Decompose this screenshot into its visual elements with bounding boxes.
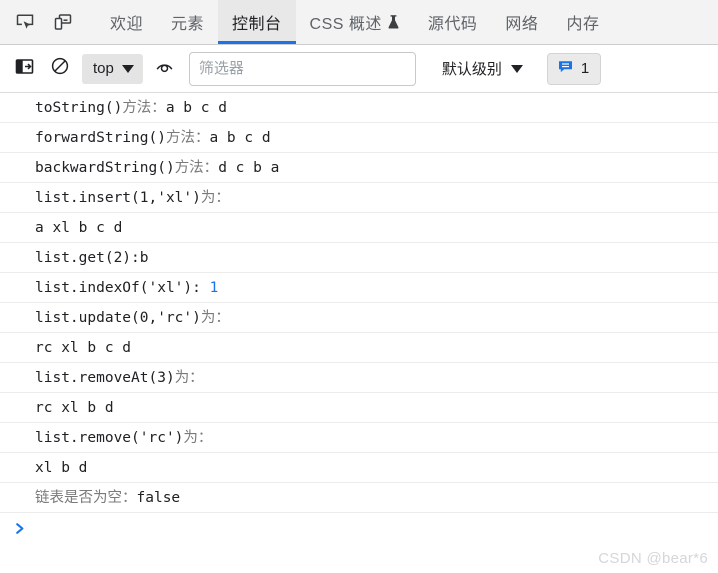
tab-welcome[interactable]: 欢迎 — [96, 0, 157, 44]
device-toolbar-icon-button[interactable] — [44, 0, 82, 44]
inspect-cursor-icon — [15, 12, 35, 32]
tab-network[interactable]: 网络 — [491, 0, 552, 44]
console-log-text: toString() — [35, 99, 123, 116]
console-output-area[interactable]: toString() 方法： a b c d forwardString() 方法： a … — [0, 93, 718, 573]
console-log-text: rc xl b d — [35, 399, 114, 416]
console-log-text: a b c d — [165, 99, 227, 116]
console-log-row: list.update(0,'rc') 为： — [0, 303, 718, 333]
console-log-text: backwardString() — [35, 159, 175, 176]
console-log-row: xl b d — [0, 453, 718, 483]
console-log-list: toString() 方法： a b c d forwardString() 方法： a … — [0, 93, 718, 513]
tab-css-overview[interactable]: CSS 概述 — [296, 0, 414, 44]
console-log-text: 为： — [200, 189, 230, 206]
console-log-row: toString() 方法： a b c d — [0, 93, 718, 123]
console-log-text: 方法： — [165, 129, 210, 146]
execution-context-selector[interactable]: top — [82, 53, 143, 84]
clear-console-button[interactable] — [44, 53, 76, 85]
console-filter-input[interactable] — [188, 51, 416, 86]
prompt-chevron-icon — [14, 522, 27, 539]
console-log-text: list.update(0,'rc') — [35, 309, 201, 326]
console-log-text: list.removeAt(3) — [35, 369, 175, 386]
log-level-label: 默认级别 — [441, 61, 502, 78]
message-count-badge[interactable]: 1 — [546, 52, 602, 85]
console-log-row: list.insert(1,'xl') 为： — [0, 183, 718, 213]
tabbar-divider — [82, 0, 96, 44]
tab-welcome-label: 欢迎 — [110, 16, 144, 33]
inspect-cursor-icon-button[interactable] — [6, 0, 44, 44]
tab-memory[interactable]: 内存 — [552, 0, 613, 44]
console-log-text: 为： — [183, 429, 213, 446]
console-log-row: list.get(2):b — [0, 243, 718, 273]
console-log-text: a xl b c d — [35, 219, 123, 236]
devtools-tabbar: 欢迎 元素 控制台 CSS 概述 源代码 网络 内存 — [0, 0, 718, 45]
console-log-text: a b c d — [209, 129, 271, 146]
tab-css-overview-label: CSS 概述 — [309, 16, 382, 33]
console-log-text: 方法： — [174, 159, 219, 176]
flask-icon — [387, 14, 400, 30]
tab-elements-label: 元素 — [171, 16, 205, 33]
console-prompt-row[interactable] — [0, 513, 718, 547]
console-log-row: a xl b c d — [0, 213, 718, 243]
console-log-row: rc xl b d — [0, 393, 718, 423]
devtools-window: 欢迎 元素 控制台 CSS 概述 源代码 网络 内存 top 筛选器 默认级别 … — [0, 0, 718, 573]
console-log-text: rc xl b c d — [35, 339, 132, 356]
console-log-row: forwardString() 方法： a b c d — [0, 123, 718, 153]
execution-context-label: top — [93, 60, 114, 77]
console-log-text: 方法： — [122, 99, 166, 116]
console-log-text: list.get(2):b — [35, 249, 149, 266]
console-log-text: 链表是否为空： — [35, 489, 137, 506]
console-sidebar-icon — [15, 57, 34, 81]
log-level-selector[interactable]: 默认级别 — [434, 54, 531, 84]
chevron-down-icon — [510, 64, 523, 73]
chevron-down-icon — [121, 64, 134, 73]
console-log-text: false — [136, 489, 181, 506]
console-log-text: list.insert(1,'xl') — [35, 189, 201, 206]
console-log-row: list.removeAt(3) 为： — [0, 363, 718, 393]
console-log-text: list.indexOf('xl'): — [35, 279, 210, 296]
console-log-text: list.remove('rc') — [35, 429, 184, 446]
console-log-text: 为： — [174, 369, 204, 386]
csdn-watermark: CSDN @bear*6 — [598, 550, 708, 567]
console-sidebar-toggle-button[interactable] — [8, 53, 40, 85]
console-log-row: backwardString() 方法： d c b a — [0, 153, 718, 183]
console-log-row: rc xl b c d — [0, 333, 718, 363]
console-log-row: list.remove('rc') 为： — [0, 423, 718, 453]
tab-elements[interactable]: 元素 — [157, 0, 218, 44]
console-log-row: 链表是否为空： false — [0, 483, 718, 513]
console-log-text: d c b a — [218, 159, 280, 176]
console-log-text: 1 — [209, 279, 219, 296]
tab-memory-label: 内存 — [566, 16, 600, 33]
device-toolbar-icon — [53, 12, 73, 32]
tab-sources[interactable]: 源代码 — [414, 0, 492, 44]
message-bubble-icon — [557, 58, 574, 80]
live-expression-button[interactable] — [149, 53, 181, 85]
clear-console-icon — [50, 56, 70, 81]
console-log-text: 为： — [200, 309, 230, 326]
tab-console-label: 控制台 — [232, 16, 282, 33]
tab-network-label: 网络 — [505, 16, 539, 33]
console-toolbar: top 默认级别 1 — [0, 45, 718, 93]
live-expression-eye-icon — [154, 56, 175, 82]
console-log-text: forwardString() — [35, 129, 166, 146]
console-log-row: list.indexOf('xl'): 1 — [0, 273, 718, 303]
message-count-label: 1 — [580, 60, 590, 77]
console-log-text: xl b d — [35, 459, 88, 476]
tab-sources-label: 源代码 — [427, 16, 478, 33]
tab-console[interactable]: 控制台 — [218, 0, 296, 44]
